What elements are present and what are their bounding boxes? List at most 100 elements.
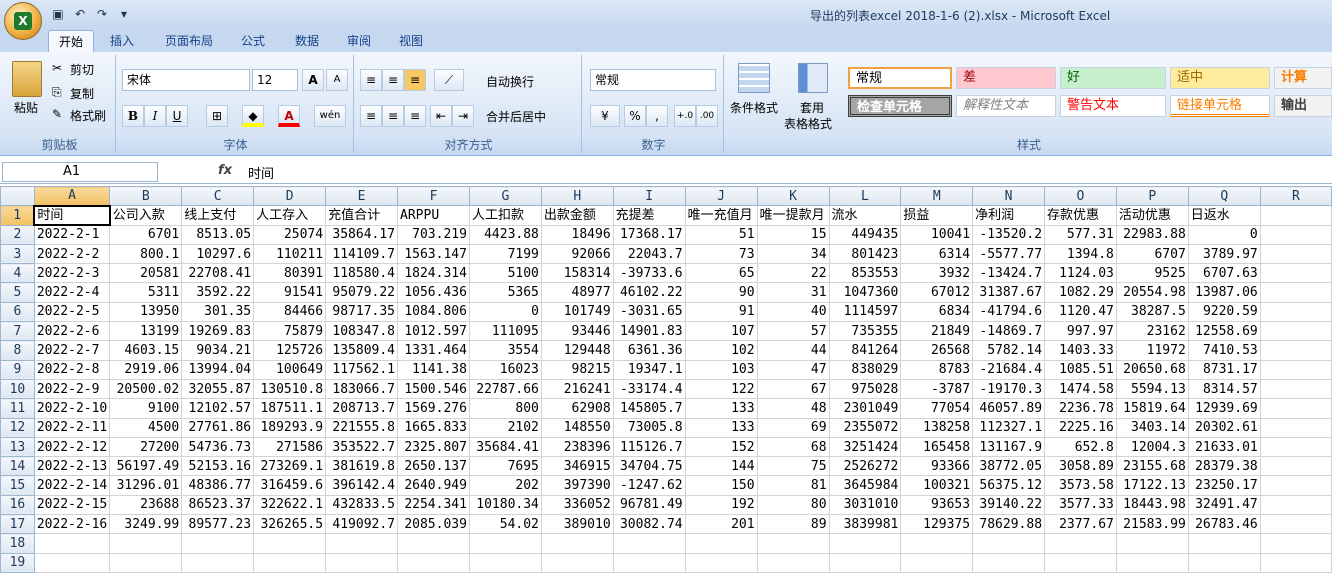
cell[interactable]: 98717.35	[325, 301, 399, 323]
conditional-format-icon[interactable]	[738, 63, 770, 93]
cell[interactable]: 4603.15	[109, 340, 183, 361]
cell[interactable]: 17368.17	[612, 224, 686, 245]
cell[interactable]: 381619.8	[325, 456, 399, 477]
cell[interactable]: 853553	[828, 263, 902, 284]
cell[interactable]: 3592.22	[181, 282, 255, 303]
cell[interactable]: 165458	[900, 436, 974, 458]
cell[interactable]: 12004.3	[1115, 436, 1189, 458]
row-header[interactable]: 6	[0, 301, 35, 323]
cell[interactable]: 31	[756, 282, 830, 303]
cell[interactable]: 1403.33	[1044, 340, 1117, 361]
format-as-table-icon[interactable]	[798, 63, 828, 93]
cell[interactable]	[1259, 475, 1332, 496]
format-painter-button[interactable]: 格式刷	[70, 107, 106, 124]
cell[interactable]: 2236.78	[1044, 398, 1117, 419]
cell[interactable]: 326265.5	[253, 514, 327, 535]
cell[interactable]: 1824.314	[397, 263, 470, 284]
cell[interactable]: 110211	[253, 243, 327, 265]
cell[interactable]: 23688	[109, 494, 183, 516]
column-header[interactable]: N	[972, 185, 1046, 207]
cell[interactable]: 93653	[900, 494, 974, 516]
cell[interactable]: 时间	[33, 204, 111, 227]
cell[interactable]: 存款优惠	[1044, 205, 1117, 226]
border-button[interactable]: ⊞	[206, 105, 228, 127]
copy-button[interactable]: 复制	[70, 85, 94, 102]
cell[interactable]: 15	[756, 224, 830, 245]
row-header[interactable]: 16	[0, 494, 35, 516]
row-header[interactable]: 5	[0, 282, 35, 303]
cell[interactable]	[1259, 340, 1332, 361]
cell[interactable]: 22708.41	[181, 263, 255, 284]
cell[interactable]: 81	[756, 475, 830, 496]
number-format-select[interactable]: 常规	[590, 69, 716, 91]
decrease-indent-icon[interactable]: ⇤	[430, 105, 452, 127]
cell[interactable]: 30082.74	[612, 514, 686, 535]
cell[interactable]: 人工扣款	[468, 205, 542, 226]
row-header[interactable]: 9	[0, 359, 35, 380]
cell[interactable]	[1259, 398, 1332, 419]
cell[interactable]: 336052	[540, 494, 614, 516]
font-size-select[interactable]: 12	[252, 69, 298, 91]
cell[interactable]: 2377.67	[1044, 514, 1117, 535]
cell[interactable]: 44	[756, 340, 830, 361]
cut-icon[interactable]: ✂	[52, 61, 62, 75]
align-middle-icon[interactable]: ≡	[382, 69, 404, 91]
cell[interactable]: 8314.57	[1187, 378, 1261, 400]
cell[interactable]	[1259, 514, 1332, 535]
cell[interactable]: 89577.23	[181, 514, 255, 535]
cell[interactable]: 1331.464	[397, 340, 470, 361]
cell[interactable]: 18496	[540, 224, 614, 245]
style-linked-cell[interactable]: 链接单元格	[1170, 95, 1270, 117]
column-header[interactable]: P	[1115, 185, 1189, 207]
row-header[interactable]: 13	[0, 436, 35, 458]
cell[interactable]: 唯一充值月	[684, 205, 758, 226]
cell[interactable]: 130510.8	[253, 378, 327, 400]
column-header[interactable]: M	[900, 185, 974, 207]
column-header[interactable]: J	[684, 185, 758, 207]
cell[interactable]	[828, 552, 902, 573]
cell[interactable]: 2022-2-16	[33, 514, 111, 535]
cell[interactable]	[900, 533, 974, 554]
cell[interactable]: 21633.01	[1187, 436, 1261, 458]
cell[interactable]	[1259, 263, 1332, 284]
cell[interactable]: -19170.3	[972, 378, 1046, 400]
paste-button[interactable]: 粘贴	[14, 99, 38, 116]
cell[interactable]	[1259, 436, 1332, 458]
cell[interactable]: 13994.04	[181, 359, 255, 380]
align-center-icon[interactable]: ≡	[382, 105, 404, 127]
cell[interactable]: 22983.88	[1115, 224, 1189, 245]
cell[interactable]: 183066.7	[325, 378, 399, 400]
cell[interactable]: 148550	[540, 417, 614, 438]
orientation-icon[interactable]: ⟋	[434, 69, 464, 91]
cell[interactable]: -21684.4	[972, 359, 1046, 380]
cell[interactable]	[181, 552, 255, 573]
cell[interactable]: 68	[756, 436, 830, 458]
cell[interactable]: 13987.06	[1187, 282, 1261, 303]
row-header[interactable]: 7	[0, 321, 35, 342]
cell[interactable]: 9220.59	[1187, 301, 1261, 323]
cell[interactable]	[756, 552, 830, 573]
cell[interactable]: 2022-2-14	[33, 475, 111, 496]
cell[interactable]: 1120.47	[1044, 301, 1117, 323]
align-right-icon[interactable]: ≡	[404, 105, 426, 127]
cell[interactable]	[325, 552, 399, 573]
cell[interactable]: 损益	[900, 205, 974, 226]
cell[interactable]: 日返水	[1187, 205, 1261, 226]
cell[interactable]: 10180.34	[468, 494, 542, 516]
column-header[interactable]: D	[253, 185, 327, 207]
cell[interactable]: 54736.73	[181, 436, 255, 458]
cell[interactable]: 3577.33	[1044, 494, 1117, 516]
name-box[interactable]: A1	[2, 162, 158, 182]
cell[interactable]: 145805.7	[612, 398, 686, 419]
cell[interactable]: 3403.14	[1115, 417, 1189, 438]
cell[interactable]	[1115, 552, 1189, 573]
cell[interactable]: 5100	[468, 263, 542, 284]
cell[interactable]: 净利润	[972, 205, 1046, 226]
cell[interactable]: 62908	[540, 398, 614, 419]
cell[interactable]: 13199	[109, 321, 183, 342]
cell[interactable]: 117562.1	[325, 359, 399, 380]
cell[interactable]: 138258	[900, 417, 974, 438]
style-explanatory[interactable]: 解释性文本	[956, 95, 1056, 117]
column-header[interactable]: H	[540, 185, 614, 207]
cell[interactable]: 17122.13	[1115, 475, 1189, 496]
